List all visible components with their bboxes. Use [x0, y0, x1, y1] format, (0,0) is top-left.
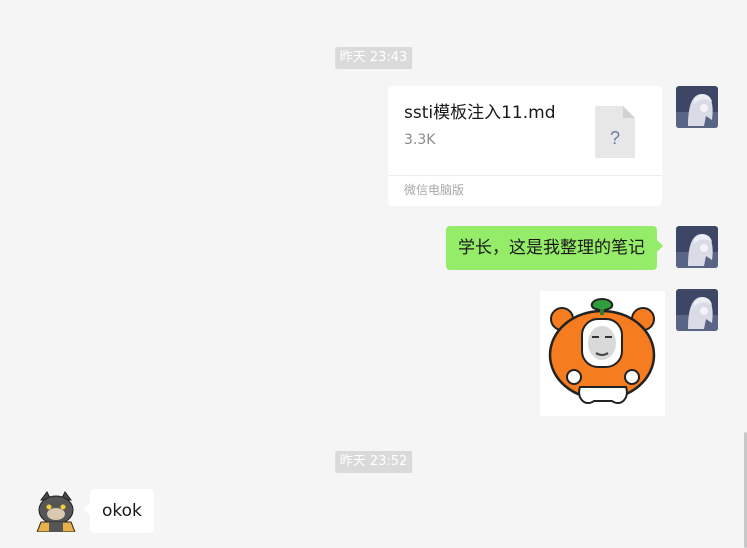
anime-character-avatar-icon: [676, 226, 718, 268]
sticker-message[interactable]: [540, 291, 665, 416]
file-card-divider: [388, 175, 662, 176]
anime-character-avatar-icon: [676, 86, 718, 128]
cartoon-cat-avatar-icon: [35, 490, 77, 532]
file-source-label: 微信电脑版: [404, 183, 465, 197]
message-timestamp: 昨天 23:52: [334, 451, 413, 473]
file-icon-glyph: ?: [610, 128, 620, 148]
self-avatar[interactable]: [676, 289, 718, 331]
message-text: 学长，这是我整理的笔记: [458, 238, 645, 258]
file-size: 3.3K: [404, 132, 436, 148]
chat-message-area[interactable]: 昨天 23:43 ssti模板注入11.md 3.3K ? 微信电脑版 学长，这…: [0, 0, 747, 548]
self-avatar[interactable]: [676, 226, 718, 268]
unknown-file-icon: ?: [595, 106, 635, 158]
anime-character-avatar-icon: [676, 289, 718, 331]
self-avatar[interactable]: [676, 86, 718, 128]
message-text: okok: [102, 501, 142, 521]
outgoing-text-bubble[interactable]: 学长，这是我整理的笔记: [446, 226, 663, 270]
file-name: ssti模板注入11.md: [404, 103, 556, 123]
persimmon-bear-sticker-icon: [548, 297, 656, 405]
file-message-card[interactable]: ssti模板注入11.md 3.3K ? 微信电脑版: [388, 86, 662, 206]
message-timestamp: 昨天 23:43: [334, 47, 413, 69]
contact-avatar[interactable]: [35, 490, 77, 532]
partial-avatar-icon: [566, 0, 584, 4]
incoming-text-bubble[interactable]: okok: [84, 489, 154, 533]
